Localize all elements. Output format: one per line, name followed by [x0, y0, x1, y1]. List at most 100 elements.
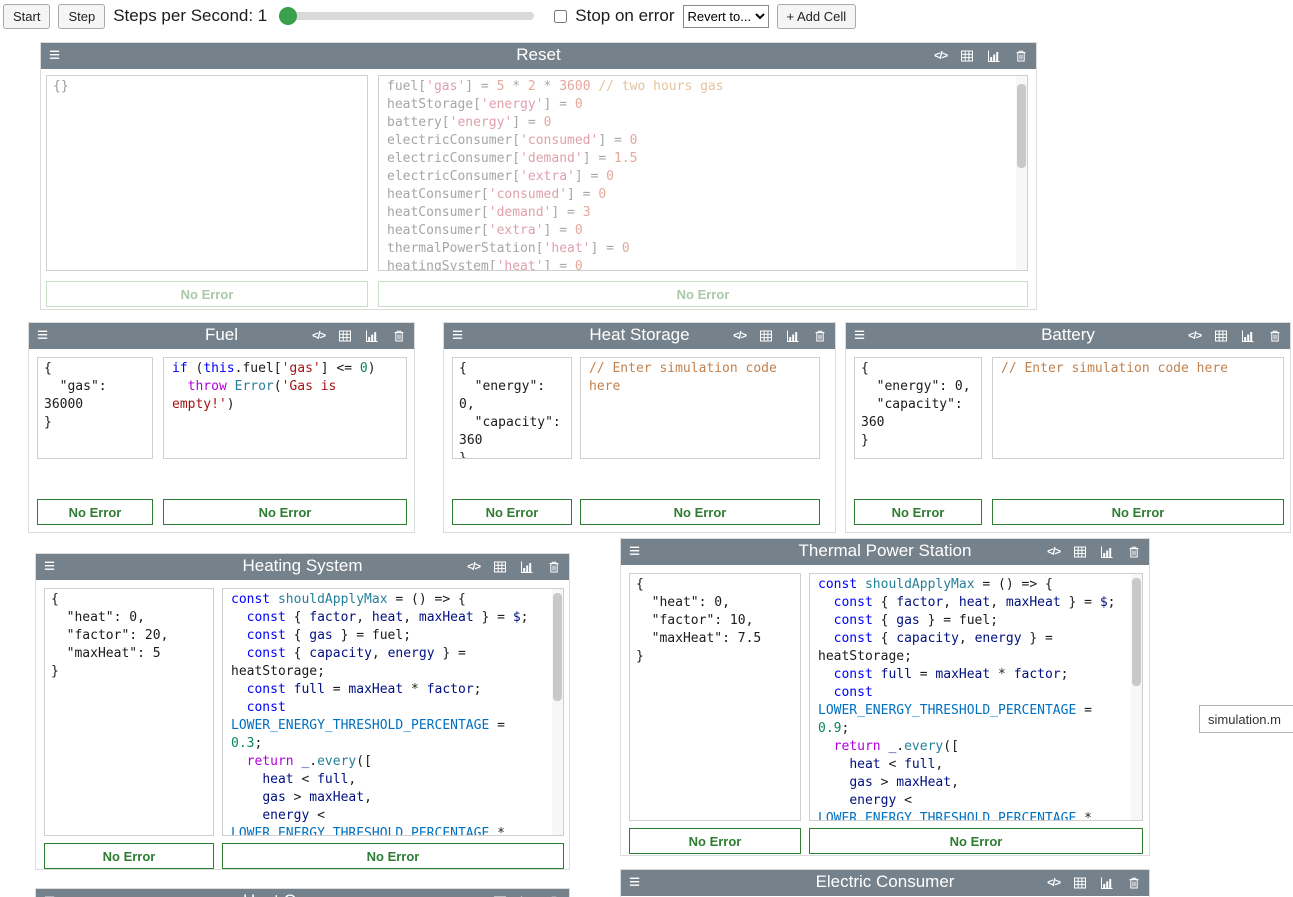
menu-icon[interactable]: ≡: [49, 44, 60, 68]
chart-view-icon[interactable]: [520, 560, 534, 574]
state-editor[interactable]: { "energy": 0, "capacity": 360 }: [854, 357, 982, 459]
header-icons: </>: [1047, 870, 1141, 896]
cell-header: ≡ Fuel </>: [29, 323, 414, 349]
chart-view-icon[interactable]: [1100, 545, 1114, 559]
cell-header: ≡ Heat Storage </>: [444, 323, 835, 349]
header-icons: </>: [1188, 323, 1282, 349]
cell-heat-storage: ≡ Heat Storage </> { "energy": 0, "capac…: [443, 322, 836, 533]
delete-cell-icon[interactable]: [547, 560, 561, 574]
code-view-icon[interactable]: </>: [467, 561, 480, 573]
state-status: No Error: [46, 281, 368, 307]
app-root: Start Step Steps per Second: 1 Stop on e…: [0, 0, 1293, 897]
table-view-icon[interactable]: [759, 329, 773, 343]
chart-view-icon[interactable]: [1100, 876, 1114, 890]
code-status: No Error: [809, 828, 1143, 854]
cell-header: ≡ Heating System </>: [36, 554, 569, 580]
scrollbar[interactable]: [1016, 76, 1027, 270]
code-status: No Error: [992, 499, 1284, 525]
slider-knob[interactable]: [279, 7, 297, 25]
cell-reset: ≡ Reset </> {} fuel['gas'] = 5 * 2 * 360…: [40, 42, 1037, 310]
revert-select[interactable]: Revert to...: [683, 5, 769, 28]
menu-icon[interactable]: ≡: [44, 555, 55, 579]
code-status: No Error: [378, 281, 1028, 307]
code-view-icon[interactable]: </>: [1047, 877, 1060, 889]
code-status: No Error: [163, 499, 407, 525]
state-editor[interactable]: {}: [46, 75, 368, 271]
code-editor[interactable]: if (this.fuel['gas'] <= 0) throw Error('…: [163, 357, 407, 459]
table-view-icon[interactable]: [1073, 876, 1087, 890]
scrollbar-thumb[interactable]: [1017, 84, 1026, 168]
scrollbar-thumb[interactable]: [1132, 578, 1141, 686]
code-editor[interactable]: const shouldApplyMax = () => { const { f…: [809, 573, 1143, 821]
code-status: No Error: [580, 499, 820, 525]
stop-on-error-checkbox[interactable]: [554, 10, 567, 23]
menu-icon[interactable]: ≡: [37, 324, 48, 348]
state-status: No Error: [44, 843, 214, 869]
toolbar: Start Step Steps per Second: 1 Stop on e…: [0, 0, 1293, 32]
menu-icon[interactable]: ≡: [452, 324, 463, 348]
cell-header: ≡ Thermal Power Station </>: [621, 539, 1149, 565]
state-editor[interactable]: { "heat": 0, "factor": 10, "maxHeat": 7.…: [629, 573, 801, 821]
code-view-icon[interactable]: </>: [312, 330, 325, 342]
header-icons: </>: [934, 43, 1028, 69]
cell-battery: ≡ Battery </> { "energy": 0, "capacity":…: [845, 322, 1291, 533]
menu-icon[interactable]: ≡: [854, 324, 865, 348]
table-view-icon[interactable]: [1073, 545, 1087, 559]
add-cell-button[interactable]: + Add Cell: [777, 4, 857, 29]
stop-on-error-label: Stop on error: [575, 6, 674, 26]
scrollbar[interactable]: [1131, 574, 1142, 820]
code-view-icon[interactable]: </>: [1047, 546, 1060, 558]
cell-header: ≡ Electric Consumer </>: [621, 870, 1149, 896]
header-icons: </>: [312, 323, 406, 349]
steps-per-second-slider[interactable]: [281, 12, 534, 20]
state-editor[interactable]: { "energy": 0, "capacity": 360 }: [452, 357, 572, 459]
chart-view-icon[interactable]: [365, 329, 379, 343]
state-editor[interactable]: { "heat": 0, "factor": 20, "maxHeat": 5 …: [44, 588, 214, 836]
state-status: No Error: [629, 828, 801, 854]
code-editor[interactable]: const shouldApplyMax = () => { const { f…: [222, 588, 564, 836]
code-editor[interactable]: fuel['gas'] = 5 * 2 * 3600 // two hours …: [378, 75, 1028, 271]
menu-icon[interactable]: ≡: [629, 871, 640, 895]
cell-title: Reset: [41, 45, 1036, 65]
table-view-icon[interactable]: [960, 49, 974, 63]
header-icons: </>: [467, 554, 561, 580]
chart-view-icon[interactable]: [1241, 329, 1255, 343]
steps-per-second-label: Steps per Second: 1: [113, 6, 267, 26]
cell-header: ≡ Reset </>: [41, 43, 1036, 69]
code-editor[interactable]: // Enter simulation code here: [992, 357, 1284, 459]
code-view-icon[interactable]: </>: [733, 330, 746, 342]
delete-cell-icon[interactable]: [1127, 876, 1141, 890]
menu-icon[interactable]: ≡: [44, 890, 55, 897]
delete-cell-icon[interactable]: [1127, 545, 1141, 559]
code-view-icon[interactable]: </>: [1188, 330, 1201, 342]
scrollbar-thumb[interactable]: [553, 593, 562, 701]
chart-view-icon[interactable]: [786, 329, 800, 343]
step-button[interactable]: Step: [58, 4, 105, 29]
table-view-icon[interactable]: [338, 329, 352, 343]
header-icons: </>: [733, 323, 827, 349]
start-button[interactable]: Start: [3, 4, 50, 29]
state-editor[interactable]: { "gas": 36000 }: [37, 357, 153, 459]
status-tooltip: simulation.m: [1199, 705, 1293, 733]
delete-cell-icon[interactable]: [392, 329, 406, 343]
cell-electric-consumer: ≡ Electric Consumer </>: [620, 869, 1150, 897]
delete-cell-icon[interactable]: [1268, 329, 1282, 343]
table-view-icon[interactable]: [493, 560, 507, 574]
cell-heating-system: ≡ Heating System </> { "heat": 0, "facto…: [35, 553, 570, 870]
scrollbar[interactable]: [552, 589, 563, 835]
menu-icon[interactable]: ≡: [629, 540, 640, 564]
code-editor[interactable]: // Enter simulation code here: [580, 357, 820, 459]
table-view-icon[interactable]: [1214, 329, 1228, 343]
cell-header: ≡ Heat Consumer </>: [36, 889, 569, 897]
state-status: No Error: [37, 499, 153, 525]
header-icons: </>: [1047, 539, 1141, 565]
cell-heat-consumer: ≡ Heat Consumer </>: [35, 888, 570, 897]
code-view-icon[interactable]: </>: [934, 50, 947, 62]
delete-cell-icon[interactable]: [813, 329, 827, 343]
delete-cell-icon[interactable]: [1014, 49, 1028, 63]
header-icons: </>: [467, 889, 561, 897]
chart-view-icon[interactable]: [987, 49, 1001, 63]
state-status: No Error: [854, 499, 982, 525]
cell-thermal-power-station: ≡ Thermal Power Station </> { "heat": 0,…: [620, 538, 1150, 856]
cell-fuel: ≡ Fuel </> { "gas": 36000 } if (this.fue…: [28, 322, 415, 533]
